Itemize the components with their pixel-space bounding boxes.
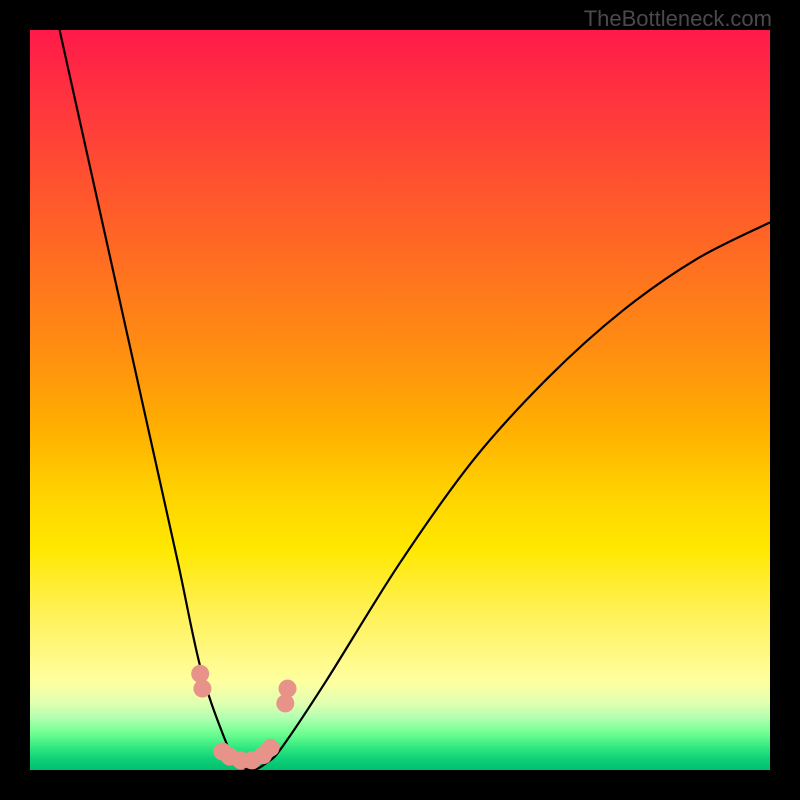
- highlight-marker: [279, 680, 297, 698]
- bottleneck-curve: [60, 30, 770, 770]
- highlight-marker: [262, 739, 280, 757]
- chart-svg: [30, 30, 770, 770]
- highlight-marker: [193, 680, 211, 698]
- curve-layer: [60, 30, 770, 770]
- marker-layer: [191, 665, 296, 770]
- watermark-text: TheBottleneck.com: [584, 6, 772, 32]
